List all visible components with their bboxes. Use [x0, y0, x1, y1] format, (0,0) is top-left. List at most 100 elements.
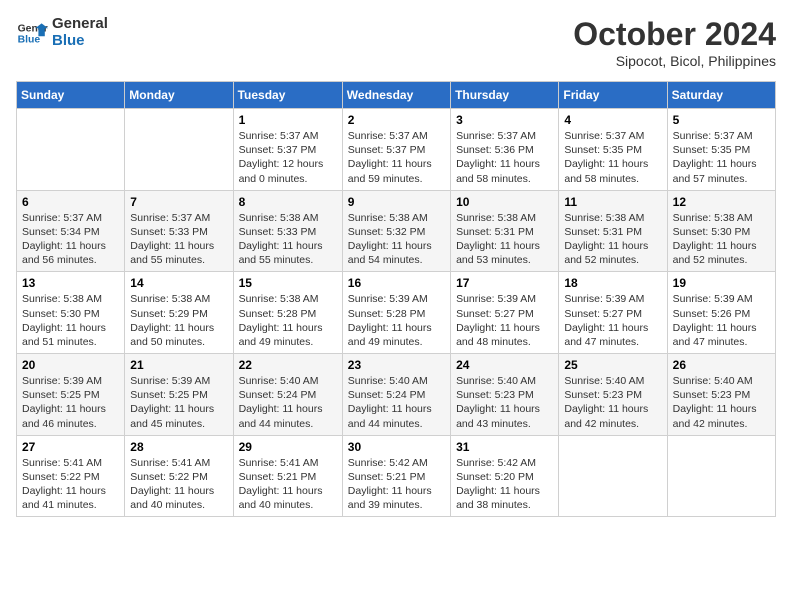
day-number: 2 — [348, 113, 445, 127]
day-number: 21 — [130, 358, 227, 372]
day-number: 25 — [564, 358, 661, 372]
page-header: General Blue General Blue October 2024 S… — [16, 16, 776, 69]
weekday-header-row: SundayMondayTuesdayWednesdayThursdayFrid… — [17, 82, 776, 109]
calendar-cell: 5 Sunrise: 5:37 AM Sunset: 5:35 PM Daylig… — [667, 109, 775, 191]
day-number: 16 — [348, 276, 445, 290]
calendar-cell: 14 Sunrise: 5:38 AM Sunset: 5:29 PM Dayli… — [125, 272, 233, 354]
day-info: Sunrise: 5:39 AM Sunset: 5:25 PM Dayligh… — [130, 375, 214, 430]
day-number: 31 — [456, 440, 553, 454]
calendar-cell: 12Sunrise: 5:38 AM Sunset: 5:30 PM Dayli… — [667, 190, 775, 272]
calendar-cell: 18Sunrise: 5:39 AM Sunset: 5:27 PM Dayli… — [559, 272, 667, 354]
weekday-header: Saturday — [667, 82, 775, 109]
day-number: 1 — [239, 113, 337, 127]
calendar-week-row: 27Sunrise: 5:41 AM Sunset: 5:22 PM Dayli… — [17, 435, 776, 517]
calendar-cell: 16 Sunrise: 5:39 AM Sunset: 5:28 PM Dayli… — [342, 272, 450, 354]
day-number: 15 — [239, 276, 337, 290]
day-number: 17 — [456, 276, 553, 290]
title-block: October 2024 Sipocot, Bicol, Philippines — [573, 16, 776, 69]
calendar-cell — [125, 109, 233, 191]
calendar-cell: 13 Sunrise: 5:38 AM Sunset: 5:30 PM Dayli… — [17, 272, 125, 354]
calendar-cell: 20 Sunrise: 5:39 AM Sunset: 5:25 PM Dayli… — [17, 354, 125, 436]
logo-icon: General Blue — [16, 17, 48, 49]
day-info: Sunrise: 5:41 AM Sunset: 5:21 PM Dayligh… — [239, 457, 323, 512]
day-number: 29 — [239, 440, 337, 454]
day-number: 26 — [673, 358, 770, 372]
calendar-cell: 15 Sunrise: 5:38 AM Sunset: 5:28 PM Dayli… — [233, 272, 342, 354]
day-number: 11 — [564, 195, 661, 209]
weekday-header: Sunday — [17, 82, 125, 109]
calendar-cell: 27Sunrise: 5:41 AM Sunset: 5:22 PM Dayli… — [17, 435, 125, 517]
day-info: Sunrise: 5:40 AM Sunset: 5:24 PM Dayligh… — [239, 375, 323, 430]
calendar-cell: 6Sunrise: 5:37 AM Sunset: 5:34 PM Daylig… — [17, 190, 125, 272]
calendar-cell — [667, 435, 775, 517]
calendar-cell: 30Sunrise: 5:42 AM Sunset: 5:21 PM Dayli… — [342, 435, 450, 517]
calendar-cell: 3 Sunrise: 5:37 AM Sunset: 5:36 PM Daylig… — [451, 109, 559, 191]
calendar-cell: 7 Sunrise: 5:37 AM Sunset: 5:33 PM Daylig… — [125, 190, 233, 272]
weekday-header: Thursday — [451, 82, 559, 109]
weekday-header: Friday — [559, 82, 667, 109]
calendar-week-row: 13 Sunrise: 5:38 AM Sunset: 5:30 PM Dayli… — [17, 272, 776, 354]
calendar-cell: 1 Sunrise: 5:37 AM Sunset: 5:37 PM Daylig… — [233, 109, 342, 191]
day-info: Sunrise: 5:39 AM Sunset: 5:28 PM Dayligh… — [348, 293, 432, 348]
calendar-cell: 24Sunrise: 5:40 AM Sunset: 5:23 PM Dayli… — [451, 354, 559, 436]
day-number: 19 — [673, 276, 770, 290]
day-info: Sunrise: 5:37 AM Sunset: 5:33 PM Dayligh… — [130, 212, 214, 267]
day-number: 14 — [130, 276, 227, 290]
day-info: Sunrise: 5:38 AM Sunset: 5:31 PM Dayligh… — [564, 212, 648, 267]
calendar-cell — [559, 435, 667, 517]
calendar-cell: 17Sunrise: 5:39 AM Sunset: 5:27 PM Dayli… — [451, 272, 559, 354]
calendar-cell: 26 Sunrise: 5:40 AM Sunset: 5:23 PM Dayli… — [667, 354, 775, 436]
day-info: Sunrise: 5:39 AM Sunset: 5:25 PM Dayligh… — [22, 375, 106, 430]
day-number: 5 — [673, 113, 770, 127]
weekday-header: Tuesday — [233, 82, 342, 109]
calendar-week-row: 6Sunrise: 5:37 AM Sunset: 5:34 PM Daylig… — [17, 190, 776, 272]
calendar-cell: 25 Sunrise: 5:40 AM Sunset: 5:23 PM Dayli… — [559, 354, 667, 436]
day-info: Sunrise: 5:40 AM Sunset: 5:23 PM Dayligh… — [564, 375, 648, 430]
calendar-cell: 11 Sunrise: 5:38 AM Sunset: 5:31 PM Dayli… — [559, 190, 667, 272]
calendar-table: SundayMondayTuesdayWednesdayThursdayFrid… — [16, 81, 776, 517]
day-number: 20 — [22, 358, 119, 372]
day-number: 3 — [456, 113, 553, 127]
day-number: 23 — [348, 358, 445, 372]
day-info: Sunrise: 5:39 AM Sunset: 5:26 PM Dayligh… — [673, 293, 757, 348]
day-info: Sunrise: 5:38 AM Sunset: 5:32 PM Dayligh… — [348, 212, 432, 267]
day-info: Sunrise: 5:38 AM Sunset: 5:30 PM Dayligh… — [22, 293, 106, 348]
day-number: 4 — [564, 113, 661, 127]
weekday-header: Wednesday — [342, 82, 450, 109]
calendar-cell: 31 Sunrise: 5:42 AM Sunset: 5:20 PM Dayli… — [451, 435, 559, 517]
day-number: 13 — [22, 276, 119, 290]
svg-text:Blue: Blue — [18, 34, 41, 45]
calendar-cell — [17, 109, 125, 191]
day-info: Sunrise: 5:41 AM Sunset: 5:22 PM Dayligh… — [130, 457, 214, 512]
day-info: Sunrise: 5:40 AM Sunset: 5:23 PM Dayligh… — [673, 375, 757, 430]
day-info: Sunrise: 5:37 AM Sunset: 5:37 PM Dayligh… — [239, 130, 324, 185]
calendar-cell: 29 Sunrise: 5:41 AM Sunset: 5:21 PM Dayli… — [233, 435, 342, 517]
day-number: 7 — [130, 195, 227, 209]
calendar-cell: 9 Sunrise: 5:38 AM Sunset: 5:32 PM Daylig… — [342, 190, 450, 272]
calendar-cell: 28 Sunrise: 5:41 AM Sunset: 5:22 PM Dayli… — [125, 435, 233, 517]
day-info: Sunrise: 5:38 AM Sunset: 5:28 PM Dayligh… — [239, 293, 323, 348]
day-info: Sunrise: 5:38 AM Sunset: 5:33 PM Dayligh… — [239, 212, 323, 267]
day-number: 12 — [673, 195, 770, 209]
calendar-cell: 22 Sunrise: 5:40 AM Sunset: 5:24 PM Dayli… — [233, 354, 342, 436]
day-number: 28 — [130, 440, 227, 454]
day-info: Sunrise: 5:41 AM Sunset: 5:22 PM Dayligh… — [22, 457, 106, 512]
day-info: Sunrise: 5:42 AM Sunset: 5:20 PM Dayligh… — [456, 457, 540, 512]
calendar-week-row: 20 Sunrise: 5:39 AM Sunset: 5:25 PM Dayli… — [17, 354, 776, 436]
calendar-cell: 21 Sunrise: 5:39 AM Sunset: 5:25 PM Dayli… — [125, 354, 233, 436]
day-info: Sunrise: 5:38 AM Sunset: 5:31 PM Dayligh… — [456, 212, 540, 267]
calendar-week-row: 1 Sunrise: 5:37 AM Sunset: 5:37 PM Daylig… — [17, 109, 776, 191]
logo: General Blue General Blue — [16, 16, 108, 49]
day-number: 30 — [348, 440, 445, 454]
day-info: Sunrise: 5:38 AM Sunset: 5:29 PM Dayligh… — [130, 293, 214, 348]
calendar-cell: 19 Sunrise: 5:39 AM Sunset: 5:26 PM Dayli… — [667, 272, 775, 354]
day-info: Sunrise: 5:37 AM Sunset: 5:36 PM Dayligh… — [456, 130, 540, 185]
day-number: 9 — [348, 195, 445, 209]
calendar-cell: 2 Sunrise: 5:37 AM Sunset: 5:37 PM Daylig… — [342, 109, 450, 191]
day-info: Sunrise: 5:37 AM Sunset: 5:35 PM Dayligh… — [673, 130, 757, 185]
day-info: Sunrise: 5:40 AM Sunset: 5:23 PM Dayligh… — [456, 375, 540, 430]
day-info: Sunrise: 5:37 AM Sunset: 5:34 PM Dayligh… — [22, 212, 106, 267]
day-number: 22 — [239, 358, 337, 372]
weekday-header: Monday — [125, 82, 233, 109]
day-info: Sunrise: 5:37 AM Sunset: 5:37 PM Dayligh… — [348, 130, 432, 185]
